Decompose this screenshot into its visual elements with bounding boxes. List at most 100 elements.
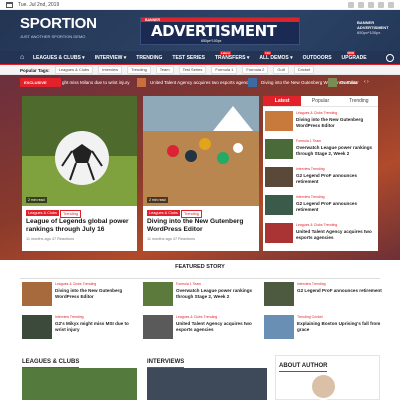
post-thumb <box>265 167 293 187</box>
ticker-item[interactable]: ght miss Milano due to wrist injury <box>62 79 130 86</box>
sidebar-post[interactable]: Interview Trending G2 Legend ProF announc… <box>265 192 376 218</box>
about-author-heading: ABOUT AUTHOR <box>279 362 328 372</box>
post-title[interactable]: United Talent Agency acquires two esport… <box>296 229 376 240</box>
nav-item[interactable]: LEAGUES & CLUBS ▾ <box>28 51 90 65</box>
sidebar-post[interactable]: Leagues & Clubs Trending Diving into the … <box>265 108 376 134</box>
post-thumb <box>264 282 294 306</box>
post-title[interactable]: G2 Legend ProF announces retirement <box>296 173 376 184</box>
section-image[interactable] <box>147 368 267 400</box>
search-icon[interactable] <box>386 54 394 62</box>
sidebar-post[interactable]: Formula 1 Team Overwatch League power ran… <box>265 136 376 162</box>
nav-item[interactable]: OUTDOORS <box>298 51 337 65</box>
nav-item[interactable]: ALL DEMOS ▾ Hot <box>254 51 297 65</box>
youtube-icon[interactable] <box>368 2 374 8</box>
sidebar-post[interactable]: Leagues & Clubs Trending United Talent Ag… <box>265 220 376 246</box>
post-title[interactable]: G2 Legend ProF announces retirement <box>296 201 376 212</box>
hero-card[interactable]: 2 min read Leagues & Clubs Trending Divi… <box>143 96 259 251</box>
tab-popular[interactable]: Popular <box>301 96 340 107</box>
post-title[interactable]: United Talent Agency acquires two esport… <box>176 321 261 332</box>
ad-big-text: ADVERTISMENT <box>151 22 277 40</box>
twitter-icon[interactable] <box>358 2 364 8</box>
tag-chip[interactable]: Cricket <box>293 66 315 74</box>
section-image[interactable] <box>22 368 137 400</box>
post-title[interactable]: Overwatch League power rankings through … <box>296 145 376 156</box>
hero-card[interactable]: 2 min read Leagues & Clubs Trending Leag… <box>22 96 137 251</box>
nav-item[interactable]: INTERVIEW ▾ <box>90 51 132 65</box>
social-icons <box>348 2 394 8</box>
ticker-thumb[interactable] <box>137 78 146 87</box>
tab-bar: Latest Popular Trending <box>263 96 378 107</box>
tag-chip[interactable]: Trending <box>127 66 151 74</box>
section-interviews-heading[interactable]: INTERVIEWS <box>147 358 185 368</box>
nav-item[interactable]: TRANSFERS ▾ Latest <box>210 51 254 65</box>
post-title[interactable]: Overwatch League power rankings through … <box>176 288 261 299</box>
ticker-item[interactable]: Overwat <box>340 79 357 86</box>
post-category: Formula 1 Team <box>296 139 322 143</box>
featured-post[interactable]: Interview Trending G2 Legend ProF announc… <box>264 282 382 308</box>
section-leagues-heading[interactable]: LEAGUES & CLUBS <box>22 358 80 368</box>
nav-item-label: LEAGUES & CLUBS ▾ <box>33 55 85 61</box>
nav-item[interactable]: TEST SERIES <box>167 51 210 65</box>
featured-post[interactable]: Leagues & Clubs Trending United Talent Ag… <box>143 315 261 341</box>
nav-badge: Latest <box>219 51 231 55</box>
banner-ad[interactable]: BANNER ADVERTISMENT 650px*100px <box>140 17 300 45</box>
site-logo[interactable]: SPORTION <box>20 16 97 32</box>
ticker-item[interactable]: United Talent Agency acquires two esport… <box>150 79 254 86</box>
post-category: Interview Trending <box>297 282 326 286</box>
featured-heading: FEATURED STORY <box>175 264 225 270</box>
author-avatar[interactable] <box>310 373 337 400</box>
featured-post[interactable]: Formula 1 Team Overwatch League power ran… <box>143 282 261 308</box>
facebook-icon[interactable] <box>348 2 354 8</box>
post-category: Interview Trending <box>296 167 325 171</box>
linkedin-icon[interactable] <box>378 2 384 8</box>
read-time: 2 min read <box>26 197 47 203</box>
post-title[interactable]: Explaining Boston Uprising's fall from g… <box>297 321 382 332</box>
calendar-icon <box>6 2 13 8</box>
tag-chip[interactable]: Formula 1 <box>211 66 238 74</box>
post-title[interactable]: G2's Mikyx might miss MSI due to wrist i… <box>55 321 140 332</box>
tags-label: Popular Tags: <box>20 67 50 73</box>
featured-post[interactable]: Interview Trending G2's Mikyx might miss … <box>22 315 140 341</box>
tab-trending[interactable]: Trending <box>339 96 378 107</box>
nav-item-label: UPGRADE <box>341 55 367 61</box>
post-title[interactable]: G2 Legend ProF announces retirement <box>297 288 382 294</box>
tag-chip[interactable]: Interview <box>98 66 123 74</box>
tag-chip[interactable]: Formula 2 <box>242 66 269 74</box>
instagram-icon[interactable] <box>388 2 394 8</box>
post-category: Leagues & Clubs Trending <box>296 111 338 115</box>
nav-item[interactable]: TRENDING <box>131 51 167 65</box>
ad-size: 650px*100px <box>201 39 222 43</box>
nav-item[interactable]: UPGRADE PRO <box>337 51 372 65</box>
ticker-thumb[interactable] <box>328 78 337 87</box>
card-title[interactable]: League of Legends global power rankings … <box>26 218 134 234</box>
category-tag[interactable]: Leagues & Clubs <box>147 210 180 216</box>
post-thumb <box>265 223 293 243</box>
card-title[interactable]: Diving into the New Gutenberg WordPress … <box>147 218 255 234</box>
nav-items: LEAGUES & CLUBS ▾ INTERVIEW ▾ TRENDING TEST… <box>28 51 372 65</box>
tab-latest[interactable]: Latest <box>263 96 302 107</box>
ticker-arrows[interactable]: ‹ › <box>364 79 369 86</box>
tag-row: Popular Tags: Leagues & Clubs Interview Tr… <box>20 65 315 75</box>
tag-chip[interactable]: Team <box>155 66 174 74</box>
date-text: Tue. Jul 2nd, 2019 <box>18 2 60 8</box>
nav-badge: Hot <box>264 51 272 55</box>
tag-chip[interactable]: Gulf <box>273 66 289 74</box>
home-icon[interactable]: ⌂ <box>20 54 28 62</box>
tag-chip[interactable]: Test Series <box>178 66 207 74</box>
post-title[interactable]: Diving into the New Gutenberg WordPress … <box>296 117 376 128</box>
category-tag[interactable]: Trending <box>181 210 202 218</box>
featured-post[interactable]: Trending Cricket Explaining Boston Uprisi… <box>264 315 382 341</box>
side-ad[interactable]: BANNER ADVERTISMENT 650px*100px <box>357 20 389 35</box>
sidebar-post[interactable]: Interview Trending G2 Legend ProF announc… <box>265 164 376 190</box>
featured-divider <box>20 278 380 279</box>
tag-chip[interactable]: Leagues & Clubs <box>54 66 94 74</box>
featured-post[interactable]: Leagues & Clubs Trending Diving into the … <box>22 282 140 308</box>
ticker-thumb[interactable] <box>248 78 257 87</box>
post-title[interactable]: Diving into the New Gutenberg WordPress … <box>55 288 140 299</box>
site-tagline: JUST ANOTHER SPORTION DEMO <box>20 34 86 39</box>
nav-item-label: ALL DEMOS ▾ <box>259 55 293 61</box>
post-category: Leagues & Clubs Trending <box>176 315 218 319</box>
post-category: Interview Trending <box>296 195 325 199</box>
category-tag[interactable]: Leagues & Clubs <box>26 210 59 216</box>
category-tag[interactable]: Trending <box>60 210 81 218</box>
